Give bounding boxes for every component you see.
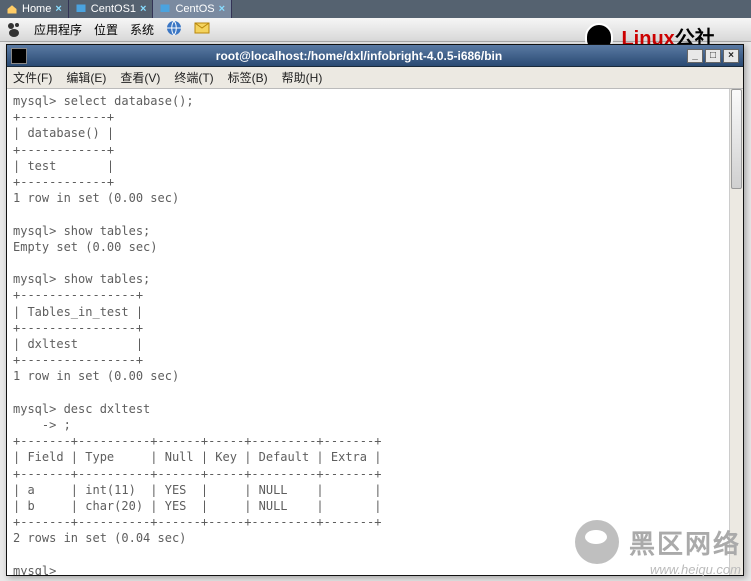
panel-web-icon[interactable] (166, 20, 182, 39)
terminal-icon (11, 48, 27, 64)
vm-tab-home-label: Home (22, 3, 51, 15)
menu-terminal[interactable]: 终端(T) (174, 69, 213, 86)
vm-tab-centos1-label: CentOS1 (91, 3, 136, 15)
terminal-output: mysql> select database(); +------------+… (13, 93, 737, 575)
menu-file[interactable]: 文件(F) (13, 69, 52, 86)
gnome-foot-icon[interactable] (6, 22, 22, 38)
vm-tab-centos-label: CentOS (175, 3, 214, 15)
vm-tab-home[interactable]: Home × (0, 0, 69, 18)
close-button[interactable]: × (723, 49, 739, 63)
menu-view[interactable]: 查看(V) (120, 69, 160, 86)
maximize-button[interactable]: □ (705, 49, 721, 63)
close-icon[interactable]: × (55, 3, 61, 15)
panel-places[interactable]: 位置 (94, 21, 118, 38)
guest-os-icon (159, 3, 171, 15)
vm-tab-bar: Home × CentOS1 × CentOS × (0, 0, 751, 18)
panel-applications[interactable]: 应用程序 (34, 21, 82, 38)
vm-tab-centos1[interactable]: CentOS1 × (69, 0, 154, 18)
minimize-button[interactable]: _ (687, 49, 703, 63)
home-icon (6, 3, 18, 15)
terminal-menubar: 文件(F) 编辑(E) 查看(V) 终端(T) 标签(B) 帮助(H) (7, 67, 743, 89)
menu-edit[interactable]: 编辑(E) (66, 69, 106, 86)
terminal-body[interactable]: mysql> select database(); +------------+… (7, 89, 743, 575)
close-icon[interactable]: × (219, 3, 225, 15)
terminal-scrollbar[interactable] (729, 89, 743, 575)
vm-tab-centos-active[interactable]: CentOS × (153, 0, 232, 18)
guest-os-icon (75, 3, 87, 15)
terminal-window: root@localhost:/home/dxl/infobright-4.0.… (6, 44, 744, 576)
menu-tabs[interactable]: 标签(B) (228, 69, 268, 86)
panel-system[interactable]: 系统 (130, 21, 154, 38)
menu-help[interactable]: 帮助(H) (282, 69, 323, 86)
close-icon[interactable]: × (140, 3, 146, 15)
panel-mail-icon[interactable] (194, 20, 210, 39)
window-title: root@localhost:/home/dxl/infobright-4.0.… (33, 49, 685, 63)
window-titlebar[interactable]: root@localhost:/home/dxl/infobright-4.0.… (7, 45, 743, 67)
gnome-top-panel: 应用程序 位置 系统 (0, 18, 751, 42)
scrollbar-thumb[interactable] (731, 89, 742, 189)
